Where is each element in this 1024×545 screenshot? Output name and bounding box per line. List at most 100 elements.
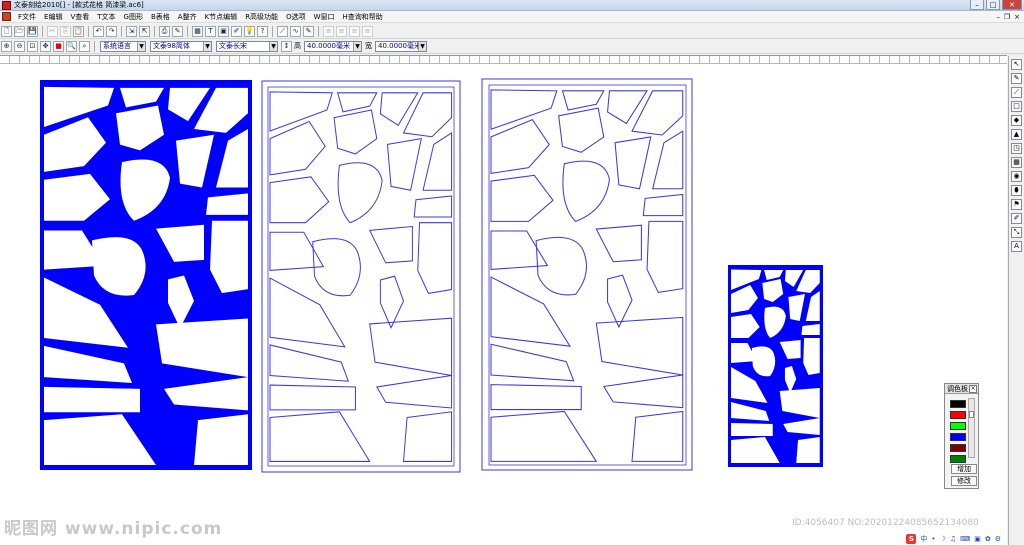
color-tool-icon[interactable]: ◉ <box>1011 171 1022 182</box>
pan-icon[interactable]: ✥ <box>40 40 51 52</box>
height-field[interactable]: 40.0000毫米 ▼ <box>304 40 362 52</box>
width-field[interactable]: 40.0000毫米 ▼ <box>375 40 427 52</box>
zoom-window-icon[interactable]: 🔍 <box>66 40 77 52</box>
color-swatch[interactable] <box>950 444 966 452</box>
paint-tool-icon[interactable]: ⬮ <box>1011 185 1022 196</box>
align-justify-icon[interactable]: ≡ <box>362 25 373 37</box>
menu-item[interactable]: G图形 <box>120 12 147 22</box>
tray-indicator-icon[interactable]: ✿ <box>985 535 991 543</box>
tree-panel-outline-2[interactable] <box>481 78 693 471</box>
paste-icon[interactable]: 📋 <box>73 25 84 37</box>
export-icon[interactable]: ⇱ <box>139 25 150 37</box>
menu-item[interactable]: R高级功能 <box>241 12 282 22</box>
minimize-button[interactable]: – <box>970 0 984 10</box>
title-bar: 文泰刻绘2010[] - [款式花格 简漆梁.ac6] – □ ✕ <box>0 0 1024 11</box>
tray-indicator-icon[interactable]: 中 <box>920 534 927 544</box>
menu-item[interactable]: W窗口 <box>310 12 339 22</box>
text-tool-icon[interactable]: ⟋ <box>1011 87 1022 98</box>
bezier-tool-icon[interactable]: ∿ <box>290 25 301 37</box>
new-file-icon[interactable]: 🗋 <box>1 25 12 37</box>
color-swatch[interactable] <box>950 400 966 408</box>
zoom-fit-icon[interactable]: ⊡ <box>27 40 38 52</box>
scroll-thumb[interactable] <box>969 411 974 418</box>
carving-drawing <box>40 78 823 473</box>
text-icon[interactable]: T <box>205 25 216 37</box>
palette-close-button[interactable]: × <box>969 385 977 393</box>
zoom-out-icon[interactable]: ⊖ <box>14 40 25 52</box>
font-style-select[interactable]: 文泰长宋 ▼ <box>216 40 278 52</box>
menu-item[interactable]: H查询和帮助 <box>339 12 387 22</box>
import-icon[interactable]: ⇲ <box>126 25 137 37</box>
drawing-canvas[interactable] <box>0 55 1007 545</box>
print-icon[interactable]: ⎙ <box>159 25 170 37</box>
rectangle-tool-icon[interactable]: □ <box>1011 101 1022 112</box>
brush-tool-icon[interactable]: ✐ <box>1011 213 1022 224</box>
shape-tool-icon[interactable]: ◳ <box>1011 143 1022 154</box>
bulb-icon[interactable]: 💡 <box>244 25 255 37</box>
palette-swatches <box>950 400 968 463</box>
tray-indicator-icon[interactable]: ☽ <box>940 535 946 543</box>
line-tool-icon[interactable]: ⟋ <box>277 25 288 37</box>
palette-edit-button[interactable]: 修改 <box>951 476 977 486</box>
align-left-icon[interactable]: ≡ <box>323 25 334 37</box>
tray-indicator-icon[interactable]: ⌨ <box>960 535 970 543</box>
tray-indicator-icon[interactable]: • <box>931 535 935 543</box>
font-tool-icon[interactable]: A <box>1011 241 1022 252</box>
tray-indicator-icon[interactable]: ▣ <box>974 535 981 543</box>
app-window: 文泰刻绘2010[] - [款式花格 简漆梁.ac6] – □ ✕ F文件 E编辑… <box>0 0 1024 545</box>
cutter-icon[interactable]: ✎ <box>172 25 183 37</box>
save-icon[interactable]: 💾 <box>27 25 38 37</box>
cut-icon[interactable]: ✂ <box>47 25 58 37</box>
select-arrow-icon[interactable]: ↖ <box>1011 59 1022 70</box>
fill-tool-icon[interactable]: ◆ <box>1011 115 1022 126</box>
align-right-icon[interactable]: ≡ <box>349 25 360 37</box>
doc-minimize-button[interactable]: – <box>996 11 1000 23</box>
menu-item[interactable]: K节点编辑 <box>201 12 242 22</box>
menu-item[interactable]: F文件 <box>14 12 40 22</box>
edit-icon[interactable]: ✎ <box>303 25 314 37</box>
flag-tool-icon[interactable]: ⚑ <box>1011 199 1022 210</box>
tree-panel-solid[interactable] <box>40 80 252 470</box>
undo-icon[interactable]: ↶ <box>93 25 104 37</box>
open-folder-icon[interactable]: 🗁 <box>14 25 25 37</box>
doc-close-button[interactable]: × <box>1014 11 1020 23</box>
resize-tool-icon[interactable]: ⤡ <box>1011 227 1022 238</box>
palette-scrollbar[interactable] <box>968 398 975 458</box>
redo-icon[interactable]: ↷ <box>106 25 117 37</box>
pen-icon[interactable]: ✐ <box>231 25 242 37</box>
color-swatch[interactable] <box>950 433 966 441</box>
close-button[interactable]: ✕ <box>1002 0 1022 10</box>
menu-item[interactable]: T文本 <box>93 12 119 22</box>
outline-tool-icon[interactable]: ▲ <box>1011 129 1022 140</box>
font-cn-select[interactable]: 文泰98简体 ▼ <box>150 40 212 52</box>
menu-item[interactable]: V查看 <box>66 12 93 22</box>
copy-icon[interactable]: ⎘ <box>60 25 71 37</box>
language-select[interactable]: 系统语言 ▼ <box>100 40 146 52</box>
maximize-button[interactable]: □ <box>986 0 1000 10</box>
menu-item[interactable]: B表格 <box>147 12 174 22</box>
menu-item[interactable]: E编辑 <box>40 12 66 22</box>
color-swatch[interactable] <box>950 411 966 419</box>
ime-badge[interactable]: S <box>906 534 917 544</box>
menu-item[interactable]: A整齐 <box>174 12 201 22</box>
zoom-in-icon[interactable]: ⊕ <box>1 40 12 52</box>
node-tool-icon[interactable]: ✎ <box>1011 73 1022 84</box>
help-icon[interactable]: ? <box>257 25 268 37</box>
tree-panel-outline-1[interactable] <box>261 80 461 473</box>
window-title: 文泰刻绘2010[] - [款式花格 简漆梁.ac6] <box>14 1 144 9</box>
menu-item[interactable]: O选项 <box>282 12 310 22</box>
tray-indicator-icon[interactable]: ♫ <box>950 535 956 543</box>
color-swatch[interactable] <box>950 422 966 430</box>
table-tool-icon[interactable]: ▦ <box>1011 157 1022 168</box>
doc-restore-button[interactable]: ❐ <box>1004 11 1010 23</box>
palette-add-button[interactable]: 增加 <box>951 464 977 474</box>
tree-panel-small[interactable] <box>728 265 823 467</box>
align-center-icon[interactable]: ≡ <box>336 25 347 37</box>
color-swatch[interactable] <box>950 455 966 463</box>
image-icon[interactable]: ▣ <box>218 25 229 37</box>
zoom-all-icon[interactable]: ⌕ <box>79 40 90 52</box>
tray-indicator-icon[interactable]: ⚙ <box>995 535 1001 543</box>
preview-icon[interactable]: ▦ <box>192 25 203 37</box>
document-controls: – ❐ × <box>996 11 1020 23</box>
red-square-icon[interactable]: ■ <box>53 40 64 52</box>
